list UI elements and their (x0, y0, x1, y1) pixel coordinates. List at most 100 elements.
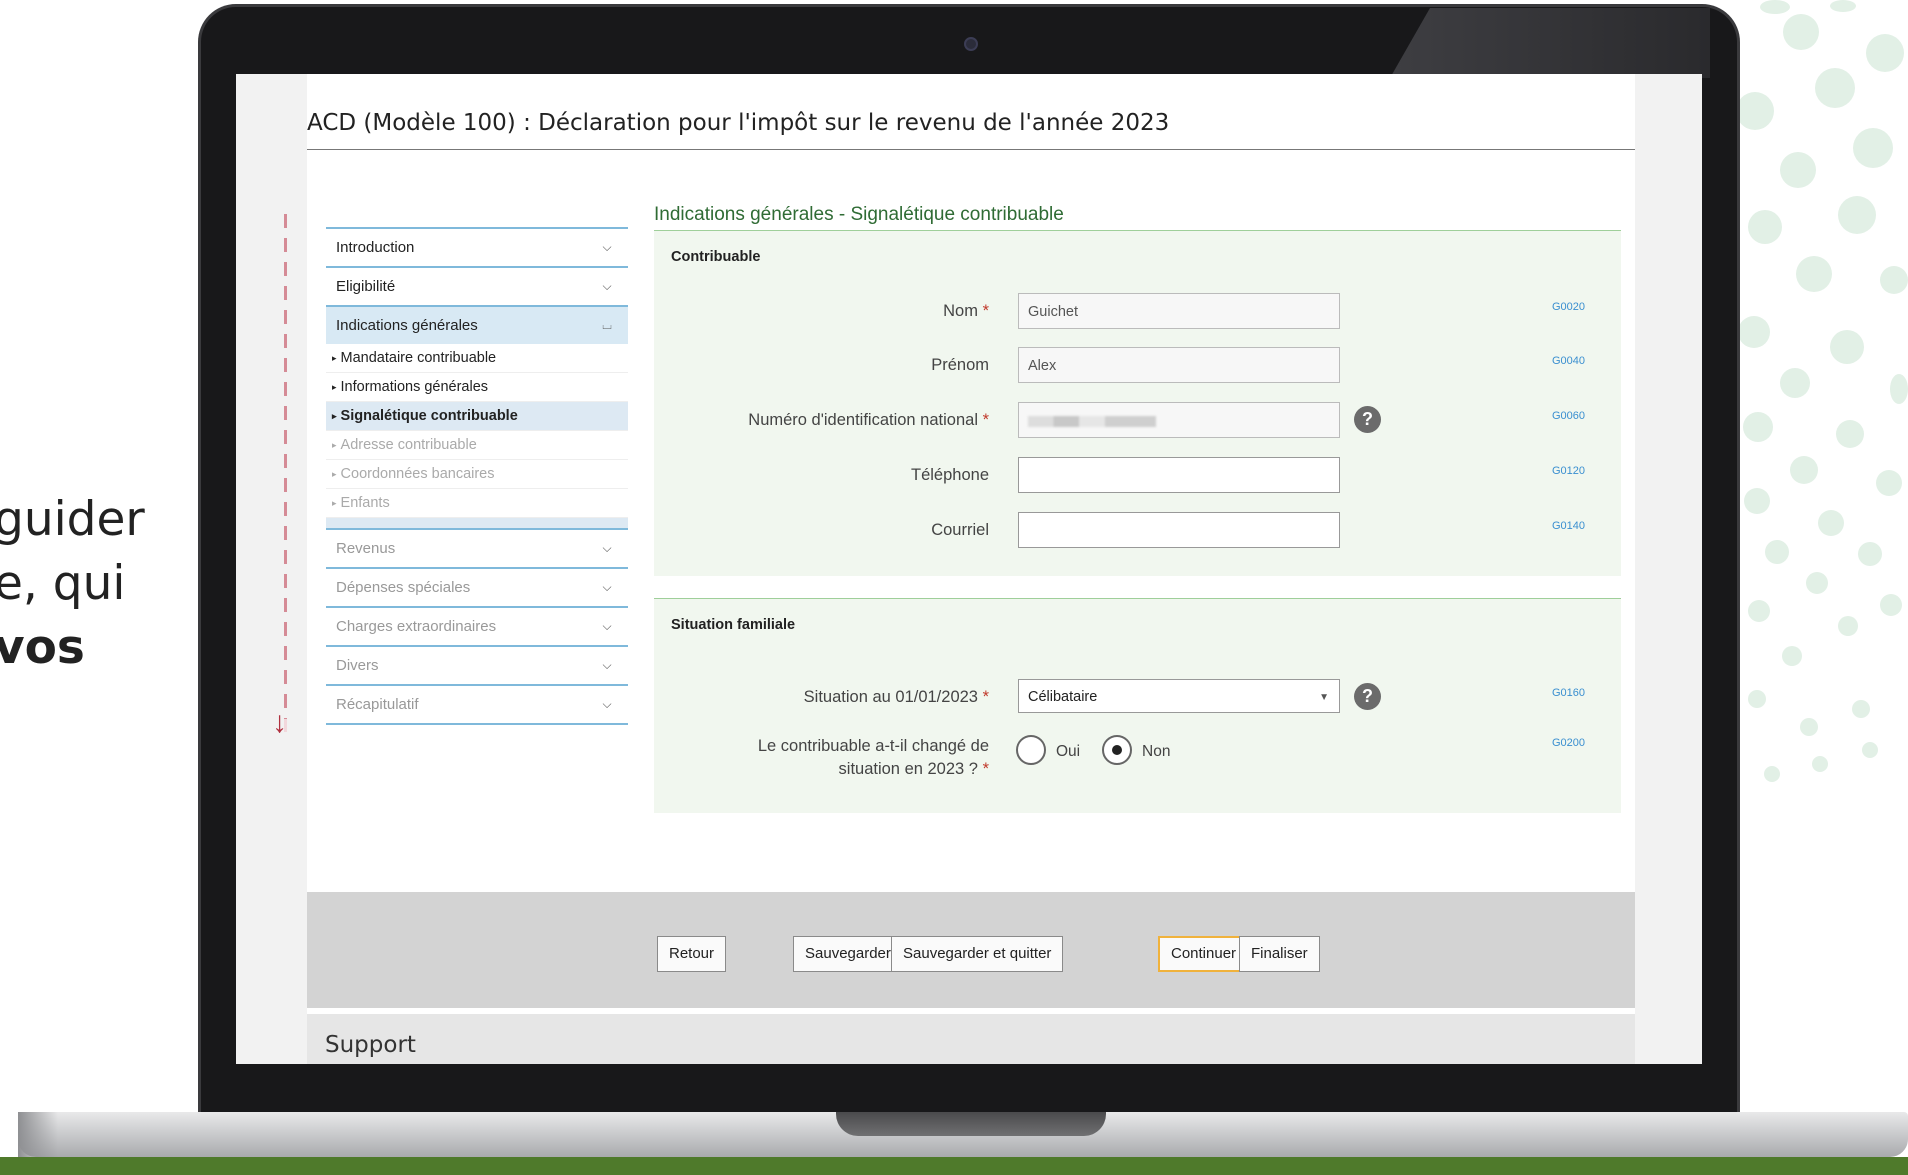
changement-label-line-1: Le contribuable a-t-il changé de (757, 737, 989, 755)
required-marker: * (982, 760, 989, 778)
caret-right-icon: ▸ (332, 439, 337, 450)
sauvegarder-button[interactable]: Sauvegarder (793, 936, 903, 972)
nom-input[interactable]: Guichet (1018, 293, 1340, 329)
nav-item-indications-generales[interactable]: Indications générales ⌴ (326, 305, 628, 344)
nav-label: Introduction (336, 239, 415, 256)
dropdown-caret-icon: ▼ (1319, 692, 1329, 703)
subnav-label: Signalétique contribuable (340, 408, 518, 424)
laptop-notch (836, 1112, 1106, 1136)
title-divider (307, 149, 1635, 150)
prenom-input[interactable]: Alex (1018, 347, 1340, 383)
caret-right-icon: ▸ (332, 352, 337, 363)
field-code: G0160 (1552, 687, 1586, 699)
field-code: G0040 (1552, 355, 1586, 367)
nav-item-eligibilite[interactable]: Eligibilité ⌵ (326, 266, 628, 305)
laptop-screen: ACD (Modèle 100) : Déclaration pour l'im… (236, 74, 1702, 1064)
famille-panel: Situation familiale Situation au 01/01/2… (654, 599, 1621, 813)
side-marketing-text: guider e, qui vos (0, 488, 145, 680)
chevron-down-icon: ⌵ (602, 619, 612, 633)
side-text-line-3: vos (0, 620, 85, 675)
form-content: Indications générales - Signalétique con… (654, 204, 1621, 813)
situation-row: Situation au 01/01/2023 * Célibataire ▼ … (654, 679, 1621, 717)
subnav-item-enfants: ▸ Enfants (326, 489, 628, 518)
field-code: G0060 (1552, 410, 1586, 422)
subnav-item-coordonnees: ▸ Coordonnées bancaires (326, 460, 628, 489)
progress-arrow-icon: ↓ (272, 706, 287, 739)
laptop-base-shade (18, 1112, 58, 1157)
nin-label-text: Numéro d'identification national (748, 411, 978, 429)
tax-form-page: ACD (Modèle 100) : Déclaration pour l'im… (272, 74, 1635, 1064)
webcam-icon (964, 37, 978, 51)
panel-divider (654, 576, 1621, 599)
nom-row: Nom * Guichet G0020 (654, 293, 1621, 331)
required-marker: * (982, 688, 989, 706)
finaliser-button[interactable]: Finaliser (1239, 936, 1320, 972)
courriel-label: Courriel (931, 521, 989, 539)
radio-non[interactable] (1102, 735, 1132, 765)
support-heading: Support (325, 1032, 416, 1058)
field-code: G0020 (1552, 301, 1586, 313)
radio-oui[interactable] (1016, 735, 1046, 765)
nin-input[interactable] (1018, 402, 1340, 438)
subnav-label: Enfants (340, 495, 390, 511)
prenom-label: Prénom (931, 356, 989, 374)
sauvegarder-quitter-button[interactable]: Sauvegarder et quitter (891, 936, 1064, 972)
courriel-input[interactable] (1018, 512, 1340, 548)
subnav-item-adresse: ▸ Adresse contribuable (326, 431, 628, 460)
nav-label: Indications générales (336, 317, 478, 334)
chevron-down-icon: ⌵ (602, 240, 612, 254)
contribuable-panel: Contribuable Nom * Guichet G0020 Prénom … (654, 231, 1621, 576)
subnav-label: Informations générales (340, 379, 489, 395)
help-icon[interactable]: ? (1354, 683, 1381, 710)
subnav-item-mandataire[interactable]: ▸ Mandataire contribuable (326, 344, 628, 373)
page-title: ACD (Modèle 100) : Déclaration pour l'im… (307, 110, 1170, 136)
chevron-down-icon: ⌵ (602, 279, 612, 293)
retour-button[interactable]: Retour (657, 936, 727, 972)
nav-label: Charges extraordinaires (336, 618, 497, 635)
brand-strip (0, 1157, 1908, 1175)
caret-right-icon: ▸ (332, 468, 337, 479)
redacted-value (1028, 415, 1156, 427)
field-code: G0120 (1552, 465, 1586, 477)
caret-right-icon: ▸ (332, 381, 337, 392)
chevron-down-icon: ⌵ (602, 658, 612, 672)
side-text-line-1: guider (0, 492, 145, 547)
nav-label: Divers (336, 657, 379, 674)
telephone-input[interactable] (1018, 457, 1340, 493)
nav-item-divers: Divers ⌵ (326, 645, 628, 684)
required-marker: * (982, 411, 989, 429)
situation-label-text: Situation au 01/01/2023 (803, 688, 978, 706)
nav-label: Revenus (336, 540, 396, 557)
field-code: G0140 (1552, 520, 1586, 532)
telephone-row: Téléphone G0120 (654, 457, 1621, 495)
changement-label: Le contribuable a-t-il changé de situati… (758, 735, 989, 781)
chevron-down-icon: ⌵ (602, 580, 612, 594)
field-code: G0200 (1552, 737, 1586, 749)
help-icon[interactable]: ? (1354, 406, 1381, 433)
continuer-button[interactable]: Continuer (1158, 936, 1250, 972)
nav-bottom-border (326, 723, 628, 725)
chevron-down-icon: ⌵ (602, 697, 612, 711)
nav-item-revenus: Revenus ⌵ (326, 528, 628, 567)
radio-oui-label[interactable]: Oui (1056, 743, 1080, 761)
nom-label-text: Nom (943, 302, 978, 320)
subnav-label: Mandataire contribuable (340, 350, 497, 366)
action-bar: Retour Sauvegarder Sauvegarder et quitte… (307, 892, 1635, 1008)
subnav-item-informations[interactable]: ▸ Informations générales (326, 373, 628, 402)
famille-heading: Situation familiale (671, 617, 796, 633)
subnav-label: Coordonnées bancaires (340, 466, 495, 482)
subnav-item-signaletique[interactable]: ▸ Signalétique contribuable (326, 402, 628, 431)
chevron-down-icon: ⌵ (602, 541, 612, 555)
bezel-glare (1390, 8, 1710, 78)
required-marker: * (982, 302, 989, 320)
nav-item-depenses: Dépenses spéciales ⌵ (326, 567, 628, 606)
situation-label: Situation au 01/01/2023 * (804, 688, 989, 707)
nav-item-introduction[interactable]: Introduction ⌵ (326, 227, 628, 266)
side-text-line-2: e, qui (0, 556, 126, 611)
chevron-up-icon: ⌴ (602, 318, 612, 332)
situation-select[interactable]: Célibataire ▼ (1018, 679, 1340, 713)
caret-right-icon: ▸ (332, 410, 337, 421)
nin-label: Numéro d'identification national * (748, 411, 989, 430)
radio-non-label[interactable]: Non (1142, 743, 1170, 761)
nav-label: Dépenses spéciales (336, 579, 471, 596)
